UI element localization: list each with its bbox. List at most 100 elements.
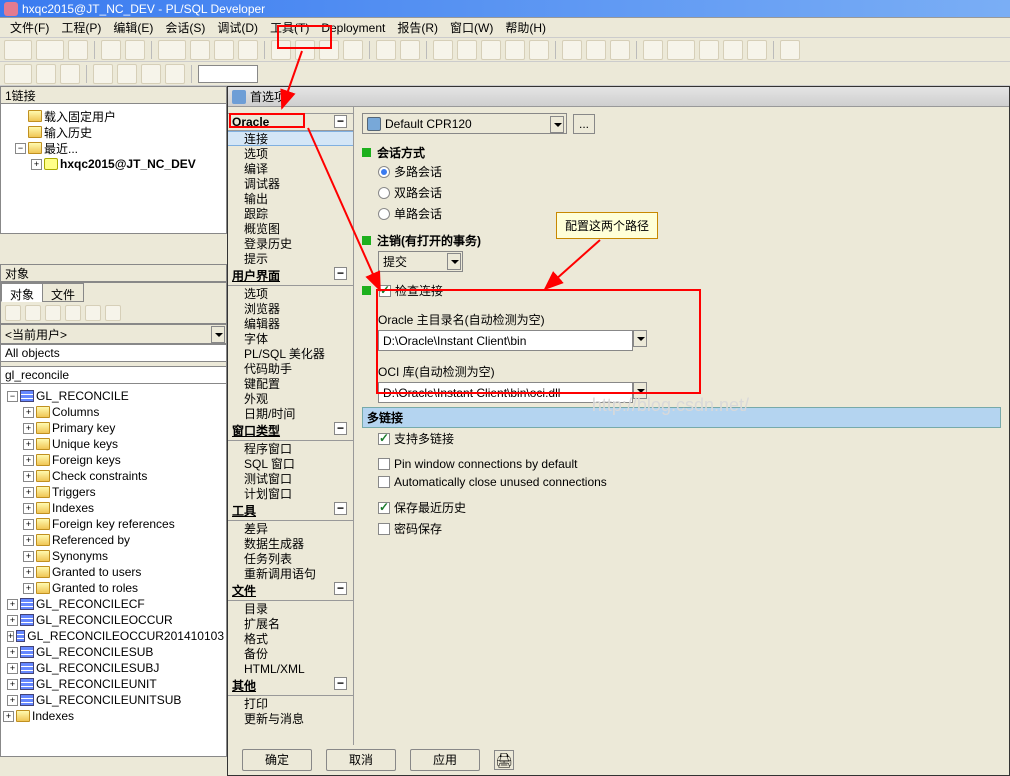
table-gl-reconcilesubj[interactable]: GL_RECONCILESUBJ [36,661,159,675]
node-triggers[interactable]: Triggers [52,485,96,499]
cat-files[interactable]: 文件− [228,581,353,601]
cancel-button[interactable]: 取消 [326,749,396,771]
cat-window-type[interactable]: 窗口类型− [228,421,353,441]
radio-single-session[interactable] [378,208,390,220]
save-button[interactable] [68,40,88,60]
table-gl-reconcile[interactable]: GL_RECONCILE [36,389,129,403]
expand-toggle[interactable]: + [7,679,18,690]
cat-tools[interactable]: 工具− [228,501,353,521]
menu-debug[interactable]: 调试(D) [211,19,264,36]
cat-code-assistant[interactable]: 代码助手 [228,361,353,376]
table-gl-reconcileoccur2014[interactable]: GL_RECONCILEOCCUR201410103 [27,629,224,643]
expand-toggle[interactable]: + [23,535,34,546]
cat-diff[interactable]: 差异 [228,521,353,536]
cat-update[interactable]: 更新与消息 [228,711,353,726]
tb-btn-o[interactable] [643,40,663,60]
expand-toggle[interactable]: + [7,695,18,706]
collapse-icon[interactable]: − [334,115,347,128]
tb-btn-m[interactable] [586,40,606,60]
tb-btn-c[interactable] [319,40,339,60]
all-objects-row[interactable]: All objects [0,344,227,362]
oracle-home-input[interactable]: D:\Oracle\Instant Client\bin [378,330,633,351]
node-granted-users[interactable]: Granted to users [52,565,141,579]
mt-btn-c[interactable] [45,305,61,321]
table-gl-reconcileoccur[interactable]: GL_RECONCILEOCCUR [36,613,173,627]
commit-button[interactable] [214,40,234,60]
tb-btn-k[interactable] [529,40,549,60]
cat-oracle[interactable]: Oracle− [228,113,353,131]
menu-session[interactable]: 会话(S) [159,19,211,36]
collapse-icon[interactable]: − [334,422,347,435]
collapse-icon[interactable]: − [334,502,347,515]
link-fixed-users[interactable]: 载入固定用户 [44,108,116,125]
link-recent[interactable]: 最近... [44,140,78,157]
refresh-button[interactable] [5,305,21,321]
expand-toggle[interactable]: − [7,391,18,402]
tb2-btn-g[interactable] [165,64,185,84]
cat-debugger[interactable]: 调试器 [228,176,353,191]
tab-objects[interactable]: 对象 [1,283,43,302]
expand-toggle[interactable]: + [7,599,18,610]
expand-toggle[interactable]: + [7,663,18,674]
cat-ui[interactable]: 用户界面− [228,266,353,286]
cat-test-window[interactable]: 测试窗口 [228,471,353,486]
cat-ui-options[interactable]: 选项 [228,286,353,301]
expand-toggle[interactable]: + [7,631,14,642]
apply-button[interactable]: 应用 [410,749,480,771]
expand-toggle[interactable]: + [23,423,34,434]
expand-toggle[interactable]: + [23,439,34,450]
expand-toggle[interactable]: + [23,487,34,498]
menu-help[interactable]: 帮助(H) [499,19,552,36]
cat-backup[interactable]: 备份 [228,646,353,661]
expand-toggle[interactable]: + [23,519,34,530]
radio-dual-session[interactable] [378,187,390,199]
node-indexes[interactable]: Indexes [52,501,94,515]
undo-button[interactable] [101,40,121,60]
save-recent-checkbox[interactable] [378,502,390,514]
node-foreign-key-refs[interactable]: Foreign key references [52,517,175,531]
expand-toggle[interactable]: + [3,711,14,722]
expand-toggle[interactable]: + [7,615,18,626]
new-dropdown-button[interactable] [4,40,32,60]
tb-btn-l[interactable] [562,40,582,60]
object-filter-input[interactable]: gl_reconcile [0,366,227,384]
expand-toggle[interactable]: + [23,551,34,562]
node-primary-key[interactable]: Primary key [52,421,115,435]
mt-btn-e[interactable] [85,305,101,321]
tb-btn-d[interactable] [343,40,363,60]
cat-tasklist[interactable]: 任务列表 [228,551,353,566]
printer-icon[interactable]: 🖨 [494,750,514,770]
node-granted-roles[interactable]: Granted to roles [52,581,138,595]
tb-btn-p[interactable] [667,40,695,60]
collapse-icon[interactable]: − [334,582,347,595]
tb-btn-n[interactable] [610,40,630,60]
cat-profiler[interactable]: 概览图 [228,221,353,236]
expand-toggle[interactable]: − [15,143,26,154]
menu-window[interactable]: 窗口(W) [444,19,499,36]
logoff-combo[interactable]: 提交 [378,251,463,272]
node-foreign-keys[interactable]: Foreign keys [52,453,121,467]
menu-project[interactable]: 工程(P) [55,19,107,36]
cat-print[interactable]: 打印 [228,696,353,711]
tb-btn-t[interactable] [780,40,800,60]
tb2-btn-b[interactable] [36,64,56,84]
mt-btn-f[interactable] [105,305,121,321]
menu-report[interactable]: 报告(R) [391,19,444,36]
mt-btn-b[interactable] [25,305,41,321]
cat-options[interactable]: 选项 [228,146,353,161]
menu-edit[interactable]: 编辑(E) [107,19,159,36]
profile-ellipsis-button[interactable]: ... [573,114,595,134]
node-referenced-by[interactable]: Referenced by [52,533,130,547]
tb-btn-i[interactable] [481,40,501,60]
rollback-button[interactable] [238,40,258,60]
cat-key-config[interactable]: 键配置 [228,376,353,391]
expand-toggle[interactable]: + [23,407,34,418]
tb-btn-s[interactable] [747,40,767,60]
cat-connection[interactable]: 连接 [228,131,353,146]
menu-deployment[interactable]: Deployment [315,21,391,35]
table-gl-reconcileunit[interactable]: GL_RECONCILEUNIT [36,677,157,691]
mt-btn-d[interactable] [65,305,81,321]
user-combo[interactable]: <当前用户> [0,324,227,344]
autoclose-checkbox[interactable] [378,476,390,488]
execute-button[interactable] [158,40,186,60]
